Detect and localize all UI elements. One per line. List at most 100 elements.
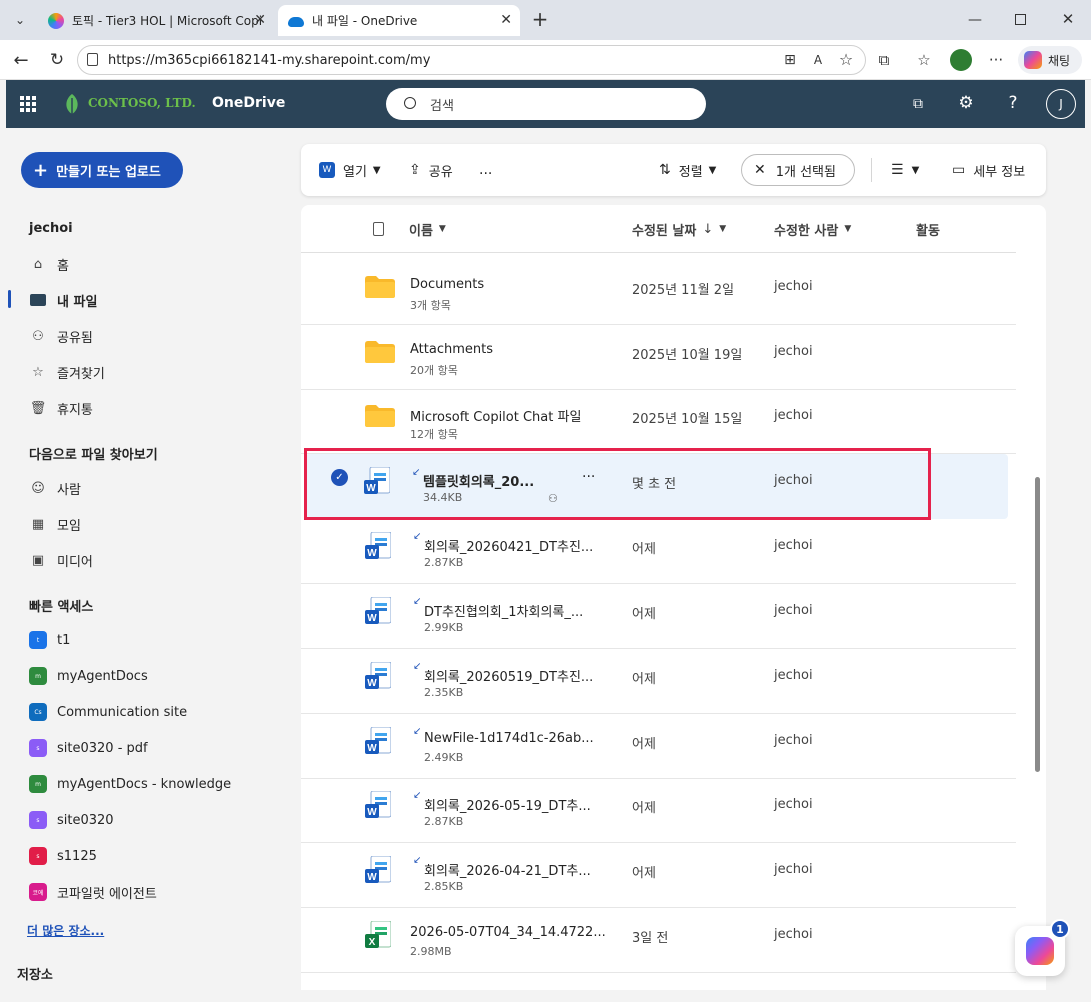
more-menu-icon[interactable]: ··· [986, 50, 1006, 70]
close-window-icon[interactable]: ✕ [1058, 9, 1078, 29]
share-button[interactable]: ⇪ 공유 [409, 144, 453, 196]
maximize-icon[interactable] [1015, 14, 1026, 25]
chevron-down-icon: ▼ [372, 164, 381, 176]
table-row[interactable]: W ↙ 회의록_20260519_DT추진... 2.35KB 어제 jecho… [301, 649, 1016, 714]
table-row[interactable]: Attachments 20개 항목 2025년 10월 19일 jechoi [301, 325, 1016, 390]
new-item-icon: ↙ [413, 726, 422, 737]
column-header-name[interactable]: 이름 ▼ [409, 205, 446, 253]
svg-text:W: W [367, 548, 377, 559]
search-box[interactable]: 검색 [386, 88, 706, 120]
back-icon[interactable]: ← [10, 49, 32, 71]
browser-tab-bar: ⌄ 토픽 - Tier3 HOL | Microsoft Copilot ✕ 내… [0, 0, 1091, 40]
more-actions-button[interactable]: ... [479, 144, 492, 196]
column-header-modified[interactable]: 수정된 날짜 ↓ ▼ [632, 205, 726, 253]
table-row[interactable]: W ↙ 회의록_2026-05-19_DT추... 2.87KB 어제 jech… [301, 778, 1016, 843]
quick-access-title: 빠른 액세스 [29, 600, 94, 615]
settings-gear-icon[interactable]: ⚙ [956, 93, 976, 113]
refresh-icon[interactable]: ↻ [46, 49, 68, 71]
app-available-icon[interactable]: ⊞ [781, 51, 799, 69]
quick-access-item[interactable]: m myAgentDocs [29, 666, 148, 686]
quick-access-item[interactable]: m myAgentDocs - knowledge [29, 774, 231, 794]
site-tile-icon: 코에 [29, 883, 47, 901]
image-icon: ▣ [31, 552, 45, 568]
nav-home[interactable]: ⌂ 홈 [29, 254, 69, 274]
url-field[interactable]: https://m365cpi66182141-my.sharepoint.co… [77, 45, 866, 75]
table-row[interactable]: Documents 3개 항목 2025년 11월 2일 jechoi [301, 260, 1016, 325]
tab-list-chevron-icon[interactable]: ⌄ [10, 10, 30, 30]
chevron-down-icon: ▼ [719, 224, 727, 234]
nav-my-files[interactable]: 내 파일 [29, 290, 97, 310]
quick-access-item[interactable]: t t1 [29, 630, 70, 650]
app-header: CONTOSO, LTD. OneDrive 검색 ⧉ ⚙ ? J [6, 80, 1085, 128]
column-header-activity[interactable]: 활동 [916, 205, 940, 253]
app-launcher-icon[interactable] [20, 96, 36, 112]
view-options-button[interactable]: ☰ ▼ [891, 144, 919, 196]
folder-icon [365, 405, 395, 427]
help-icon[interactable]: ? [1003, 93, 1023, 113]
file-type-header-icon [373, 222, 384, 236]
sort-button[interactable]: ⇅ 정렬 ▼ [659, 144, 716, 196]
copilot-chat-button[interactable]: 채팅 [1018, 46, 1082, 74]
highlight-box [304, 448, 931, 520]
table-row[interactable]: W ↙ 회의록_20260421_DT추진... 2.87KB 어제 jecho… [301, 519, 1016, 584]
word-file-icon: W [365, 790, 392, 821]
product-name[interactable]: OneDrive [212, 95, 285, 111]
clear-selection-button[interactable]: ✕ 1개 선택됨 [741, 154, 855, 186]
close-tab-icon[interactable]: ✕ [500, 12, 512, 28]
quick-access-item[interactable]: s s1125 [29, 846, 97, 866]
close-tab-icon[interactable]: ✕ [254, 12, 266, 28]
browse-meetings[interactable]: ▦ 모임 [29, 514, 81, 534]
contoso-leaf-logo-icon [62, 92, 82, 116]
user-avatar[interactable]: J [1046, 89, 1076, 119]
profile-plant-icon[interactable] [950, 49, 972, 71]
favorites-icon[interactable]: ☆ [914, 50, 934, 70]
table-row[interactable]: W ↙ NewFile-1d174d1c-26ab... 2.49KB 어제 j… [301, 714, 1016, 779]
browse-people[interactable]: ☺ 사람 [29, 478, 81, 498]
browser-tab-onedrive[interactable]: 내 파일 - OneDrive ✕ [278, 5, 520, 36]
favorite-star-icon[interactable]: ☆ [837, 50, 855, 69]
details-pane-button[interactable]: ▭ 세부 정보 [952, 144, 1025, 196]
extensions-icon[interactable]: ⧉ [874, 50, 894, 70]
scrollbar-thumb[interactable] [1035, 477, 1040, 772]
info-pane-icon: ▭ [952, 162, 966, 178]
quick-access-item[interactable]: s site0320 [29, 810, 114, 830]
copilot-icon [1024, 51, 1042, 69]
new-item-icon: ↙ [413, 596, 422, 607]
lock-icon [87, 53, 98, 66]
new-item-icon: ↙ [413, 661, 422, 672]
site-tile-icon: m [29, 667, 47, 685]
read-aloud-icon[interactable]: A [809, 51, 827, 69]
site-tile-icon: m [29, 775, 47, 793]
site-tile-icon: s [29, 811, 47, 829]
nav-favorites[interactable]: ☆ 즐겨찾기 [29, 362, 105, 382]
table-row[interactable]: W ↙ DT추진협의회_1차회의록_... 2.99KB 어제 jechoi [301, 584, 1016, 649]
table-row[interactable]: X 2026-05-07T04_34_14.4722... 2.98MB 3일 … [301, 908, 1016, 973]
column-header-modified-by[interactable]: 수정한 사람 ▼ [774, 205, 851, 253]
table-row[interactable]: W ↙ 회의록_2026-04-21_DT추... 2.85KB 어제 jech… [301, 843, 1016, 908]
open-button[interactable]: W 열기 ▼ [319, 144, 381, 196]
word-file-icon: W [365, 531, 392, 562]
minimize-icon[interactable]: — [965, 10, 985, 30]
storage-title: 저장소 [17, 968, 53, 983]
onedrive-favicon-icon [288, 16, 304, 27]
excel-file-icon: X [365, 920, 392, 951]
browser-tab-copilot[interactable]: 토픽 - Tier3 HOL | Microsoft Copilot ✕ [38, 5, 274, 36]
calendar-icon: ▦ [31, 516, 45, 532]
new-item-icon: ↙ [413, 531, 422, 542]
nav-recycle-bin[interactable]: 🗑 휴지통 [29, 398, 93, 418]
home-icon: ⌂ [33, 256, 43, 272]
nav-shared[interactable]: ⚇ 공유됨 [29, 326, 93, 346]
browse-section-title: 다음으로 파일 찾아보기 [29, 448, 158, 463]
quick-access-item[interactable]: 코에 코파일럿 에이전트 [29, 882, 157, 902]
star-icon: ☆ [32, 364, 44, 380]
quick-access-item[interactable]: s site0320 - pdf [29, 738, 148, 758]
create-upload-button[interactable]: + 만들기 또는 업로드 [21, 152, 183, 188]
new-tab-icon[interactable]: + [529, 7, 551, 31]
word-file-icon: W [365, 855, 392, 886]
quick-access-item[interactable]: Cs Communication site [29, 702, 187, 722]
table-row[interactable]: Microsoft Copilot Chat 파일 12개 항목 2025년 1… [301, 389, 1016, 454]
feedback-icon[interactable]: ⧉ [908, 94, 928, 114]
more-places-link[interactable]: 더 많은 장소... [27, 922, 104, 939]
browse-media[interactable]: ▣ 미디어 [29, 550, 93, 570]
folder-icon [29, 291, 47, 309]
